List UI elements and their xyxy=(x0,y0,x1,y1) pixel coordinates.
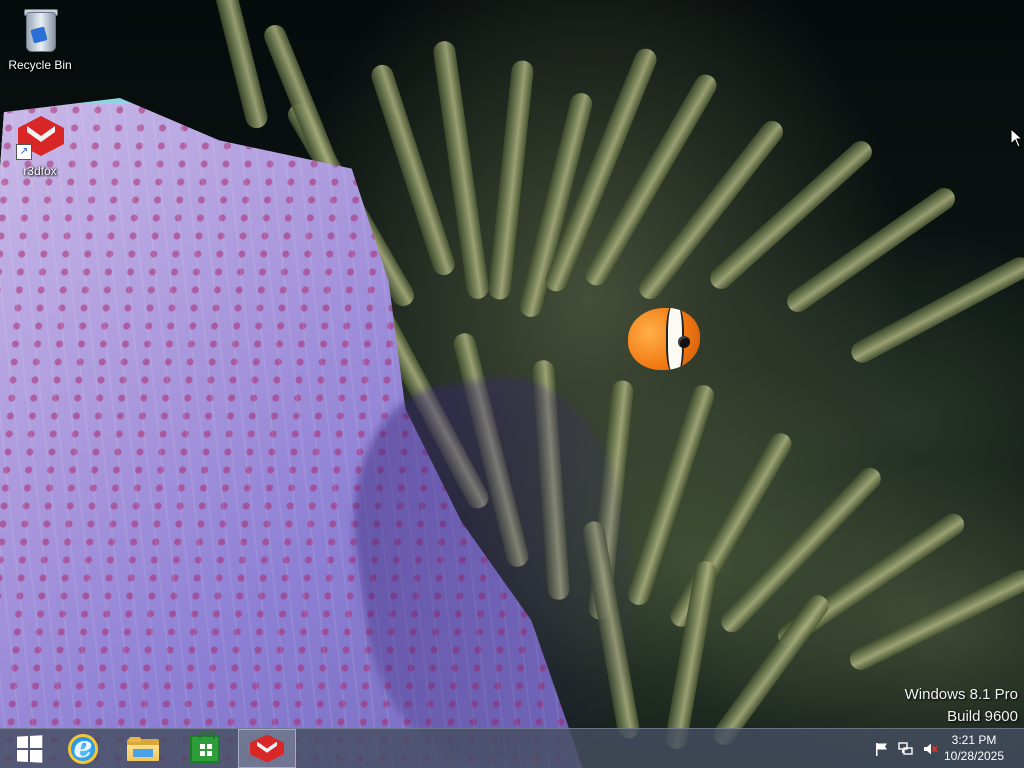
desktop-icon-r3dfox[interactable]: ↗ r3dfox xyxy=(2,112,78,178)
windows-start-icon xyxy=(17,734,43,763)
clock-date: 10/28/2025 xyxy=(943,749,1005,763)
taskbar-internet-explorer[interactable] xyxy=(54,729,112,768)
desktop-icon-recycle-bin[interactable]: Recycle Bin xyxy=(2,6,78,72)
clock-time: 3:21 PM xyxy=(951,733,997,747)
network-icon[interactable] xyxy=(898,741,914,757)
windows-watermark: Windows 8.1 Pro Build 9600 xyxy=(905,684,1018,728)
taskbar-store[interactable] xyxy=(176,729,234,768)
build-text: Build 9600 xyxy=(947,708,1018,725)
mouse-cursor-icon xyxy=(1010,128,1024,148)
start-button[interactable] xyxy=(0,729,58,768)
desktop-icon-label: Recycle Bin xyxy=(8,58,72,72)
taskbar: 3:21 PM 10/28/2025 xyxy=(0,728,1024,768)
taskbar-file-explorer[interactable] xyxy=(114,729,172,768)
desktop-icon-label: r3dfox xyxy=(23,164,57,178)
clownfish xyxy=(628,308,700,370)
file-explorer-icon xyxy=(127,736,159,761)
internet-explorer-icon xyxy=(68,730,98,765)
r3dfox-icon: ↗ xyxy=(16,112,64,160)
r3dfox-icon xyxy=(250,734,284,763)
desktop: Recycle Bin ↗ r3dfox Windows 8.1 Pro Bui… xyxy=(0,0,1024,768)
recycle-bin-icon xyxy=(16,6,64,54)
shortcut-arrow-icon: ↗ xyxy=(16,144,32,160)
action-center-flag-icon[interactable] xyxy=(874,741,890,757)
edition-text: Windows 8.1 Pro xyxy=(904,686,1018,703)
taskbar-r3dfox[interactable] xyxy=(238,729,296,768)
taskbar-clock[interactable]: 3:21 PM 10/28/2025 xyxy=(934,732,1014,764)
store-icon xyxy=(190,730,220,763)
